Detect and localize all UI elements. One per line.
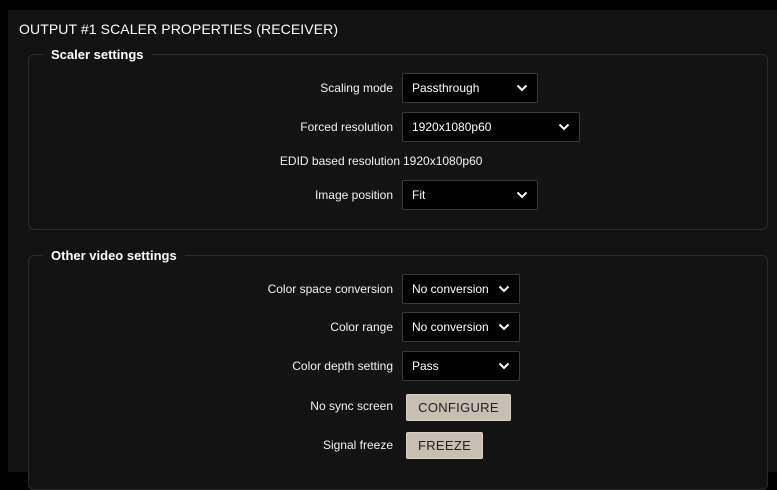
color-depth-label: Color depth setting [292, 359, 393, 373]
scaling-mode-select[interactable]: Passthrough [402, 73, 538, 103]
edid-resolution-label: EDID based resolution [279, 154, 400, 168]
scaling-mode-label: Scaling mode [320, 81, 393, 95]
edid-resolution-value: 1920x1080p60 [403, 154, 483, 168]
panel-title: OUTPUT #1 SCALER PROPERTIES (RECEIVER) [19, 21, 339, 37]
image-position-select[interactable]: Fit [402, 180, 538, 210]
scaling-mode-value: Passthrough [412, 81, 480, 95]
color-space-conversion-select[interactable]: No conversion [402, 274, 520, 304]
chevron-down-icon [558, 123, 570, 131]
other-video-settings-legend: Other video settings [51, 248, 177, 263]
image-position-label: Image position [314, 188, 393, 202]
chevron-down-icon [516, 84, 528, 92]
color-space-conversion-label: Color space conversion [267, 282, 393, 296]
forced-resolution-value: 1920x1080p60 [412, 120, 492, 134]
chevron-down-icon [498, 362, 510, 370]
color-space-conversion-value: No conversion [412, 282, 489, 296]
color-depth-value: Pass [412, 359, 439, 373]
forced-resolution-label: Forced resolution [300, 120, 393, 134]
chevron-down-icon [498, 323, 510, 331]
color-depth-select[interactable]: Pass [402, 351, 520, 381]
chevron-down-icon [498, 285, 510, 293]
no-sync-screen-label: No sync screen [310, 399, 393, 413]
configure-button[interactable]: CONFIGURE [406, 394, 511, 421]
color-range-value: No conversion [412, 320, 489, 334]
signal-freeze-label: Signal freeze [322, 438, 393, 452]
other-video-settings-group: Other video settings [28, 248, 768, 490]
scaler-settings-legend: Scaler settings [51, 47, 144, 62]
freeze-button[interactable]: FREEZE [406, 432, 483, 459]
scaler-settings-group: Scaler settings [28, 47, 768, 230]
chevron-down-icon [516, 191, 528, 199]
image-position-value: Fit [412, 188, 426, 202]
color-range-label: Color range [330, 320, 393, 334]
forced-resolution-select[interactable]: 1920x1080p60 [402, 112, 580, 142]
color-range-select[interactable]: No conversion [402, 312, 520, 342]
